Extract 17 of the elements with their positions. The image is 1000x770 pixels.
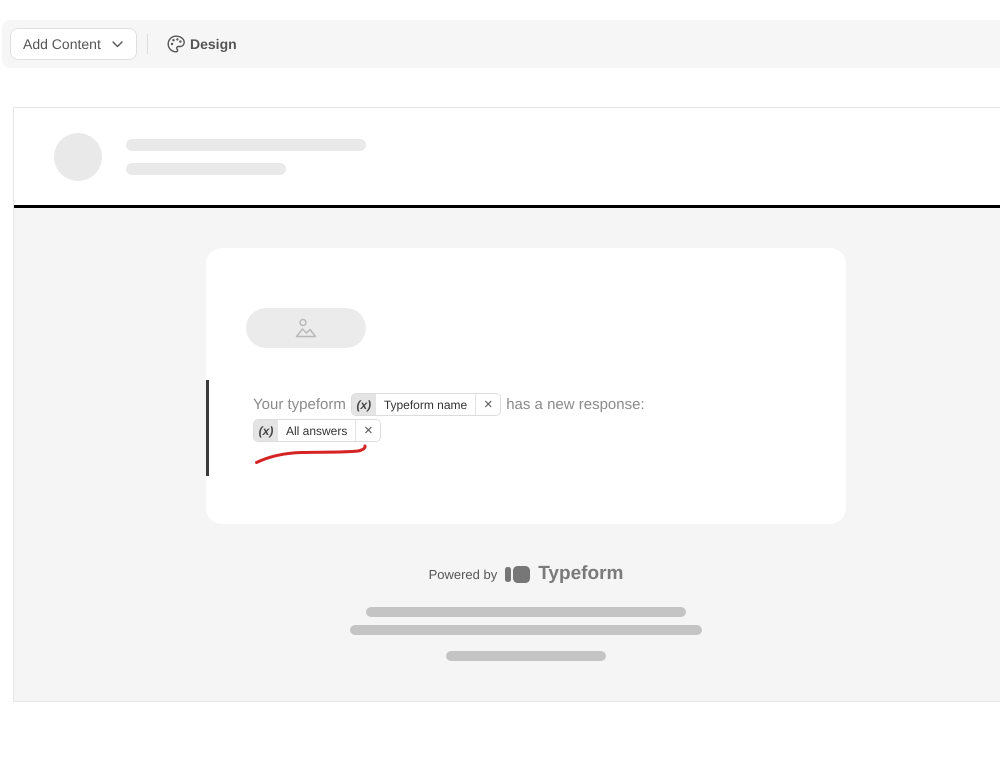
image-icon	[295, 318, 317, 338]
logo-icon	[505, 566, 530, 582]
message-text: Your typeform	[253, 396, 346, 413]
remove-tag-button[interactable]: ×	[355, 420, 380, 441]
palette-icon	[167, 35, 185, 53]
brand-name: Typeform	[538, 563, 624, 585]
variable-label: Typeform name	[382, 396, 468, 414]
design-button[interactable]: Design	[167, 35, 237, 53]
remove-tag-button[interactable]: ×	[475, 394, 500, 415]
variable-symbol: (x)	[254, 420, 278, 441]
chevron-down-icon	[112, 40, 123, 48]
variable-label: All answers	[285, 422, 348, 440]
add-content-button[interactable]: Add Content	[10, 28, 137, 60]
variable-symbol: (x)	[352, 394, 376, 415]
message-text: has a new response:	[506, 396, 645, 413]
text-block[interactable]: Your typeform (x) Typeform name × has a new response: (x) All answers ×	[206, 380, 846, 476]
powered-by-text: Powered by	[428, 566, 498, 582]
